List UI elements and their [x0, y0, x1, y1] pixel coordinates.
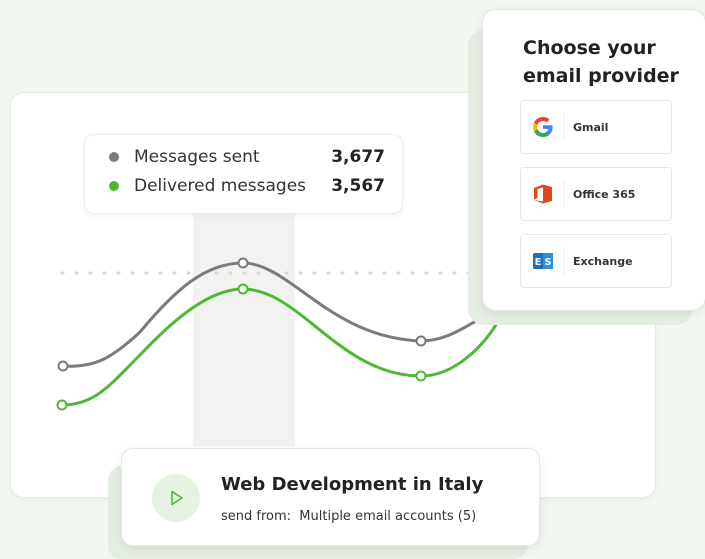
provider-option-exchange[interactable]: E S Exchange — [520, 234, 672, 288]
campaign-card[interactable]: Web Development in Italy send from: Mult… — [121, 448, 540, 546]
office-icon — [534, 184, 552, 204]
gray-dot-icon — [109, 152, 119, 162]
legend-item-delivered-messages: Delivered messages 3,567 — [84, 172, 401, 200]
legend-item-messages-sent: Messages sent 3,677 — [84, 143, 401, 171]
divider — [563, 180, 564, 208]
google-icon — [533, 117, 553, 137]
email-provider-panel: Choose your email provider Gmail Office … — [482, 9, 705, 311]
divider — [563, 113, 564, 141]
campaign-send-from: send from: Multiple email accounts (5) — [221, 509, 476, 524]
provider-panel-title: Choose your email provider — [523, 37, 679, 87]
provider-name: Exchange — [573, 254, 633, 268]
campaign-title: Web Development in Italy — [221, 474, 484, 495]
play-button[interactable] — [152, 474, 200, 522]
play-icon — [171, 490, 183, 506]
legend-value: 3,677 — [331, 147, 385, 167]
legend-label: Messages sent — [134, 147, 260, 167]
exchange-icon: E S — [533, 253, 553, 269]
legend-label: Delivered messages — [134, 176, 307, 196]
send-from-value: Multiple email accounts (5) — [299, 509, 477, 524]
svg-text:S: S — [544, 257, 551, 268]
legend-value: 3,567 — [331, 176, 385, 196]
provider-option-office-365[interactable]: Office 365 — [520, 167, 672, 221]
provider-option-gmail[interactable]: Gmail — [520, 100, 672, 154]
provider-name: Office 365 — [573, 187, 636, 201]
provider-name: Gmail — [573, 120, 609, 134]
divider — [563, 247, 564, 275]
send-from-label: send from: — [221, 509, 292, 524]
svg-text:E: E — [535, 257, 542, 268]
green-dot-icon — [109, 181, 119, 191]
chart-legend: Messages sent 3,677 Delivered messages 3… — [84, 134, 403, 214]
